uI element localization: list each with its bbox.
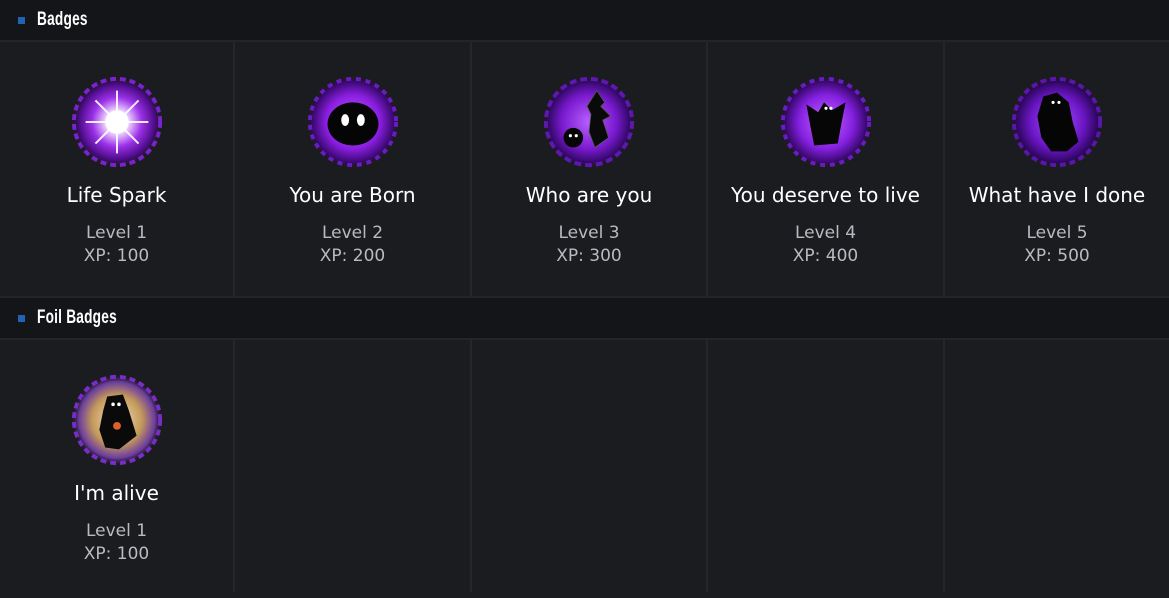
badge-card[interactable]: Life Spark Level 1 XP: 100 [0, 42, 235, 296]
dark-figure-badge-icon [1011, 76, 1103, 168]
life-spark-badge-icon [71, 76, 162, 168]
badge-card[interactable]: What have I done Level 5 XP: 500 [945, 42, 1169, 296]
badge-name: What have I done [968, 183, 1146, 207]
winged-creature-badge-icon [780, 76, 871, 168]
badge-xp: XP: 200 [319, 246, 386, 266]
badge-xp: XP: 100 [83, 246, 150, 266]
badge-xp: XP: 400 [792, 246, 859, 266]
badge-xp: XP: 300 [556, 246, 622, 266]
empty-badge-slot [708, 340, 945, 592]
badges-grid: Life Spark Level 1 XP: 100 You are Born … [0, 42, 1169, 298]
foil-badges-grid: I'm alive Level 1 XP: 100 [0, 340, 1169, 592]
badges-section-header: Badges [0, 0, 1169, 42]
section-title: Foil Badges [37, 307, 117, 328]
badge-level: Level 5 [1026, 223, 1088, 243]
shadow-figure-badge-icon [543, 76, 635, 168]
badge-name: Who are you [525, 183, 653, 207]
badge-level: Level 3 [558, 223, 620, 243]
badge-name: You are Born [289, 183, 416, 207]
section-marker-icon [18, 16, 25, 24]
badge-card[interactable]: Who are you Level 3 XP: 300 [472, 42, 708, 296]
badge-card[interactable]: You deserve to live Level 4 XP: 400 [708, 42, 945, 296]
badge-name: You deserve to live [731, 183, 920, 207]
badge-level: Level 4 [794, 223, 857, 243]
badge-name: Life Spark [66, 183, 167, 207]
section-title: Badges [37, 9, 88, 30]
blob-creature-badge-icon [307, 76, 398, 168]
foil-badges-section-header: Foil Badges [0, 298, 1169, 340]
empty-badge-slot [945, 340, 1169, 592]
section-marker-icon [18, 314, 25, 322]
badge-name: I'm alive [74, 481, 159, 505]
badge-xp: XP: 500 [1024, 246, 1090, 266]
badge-xp: XP: 100 [83, 544, 150, 564]
badge-card[interactable]: You are Born Level 2 XP: 200 [235, 42, 472, 296]
badge-level: Level 1 [85, 223, 148, 243]
empty-badge-slot [472, 340, 708, 592]
badge-level: Level 1 [85, 521, 148, 541]
empty-badge-slot [235, 340, 472, 592]
badge-level: Level 2 [321, 223, 384, 243]
foil-hooded-figure-badge-icon [71, 374, 162, 466]
badge-card[interactable]: I'm alive Level 1 XP: 100 [0, 340, 235, 592]
